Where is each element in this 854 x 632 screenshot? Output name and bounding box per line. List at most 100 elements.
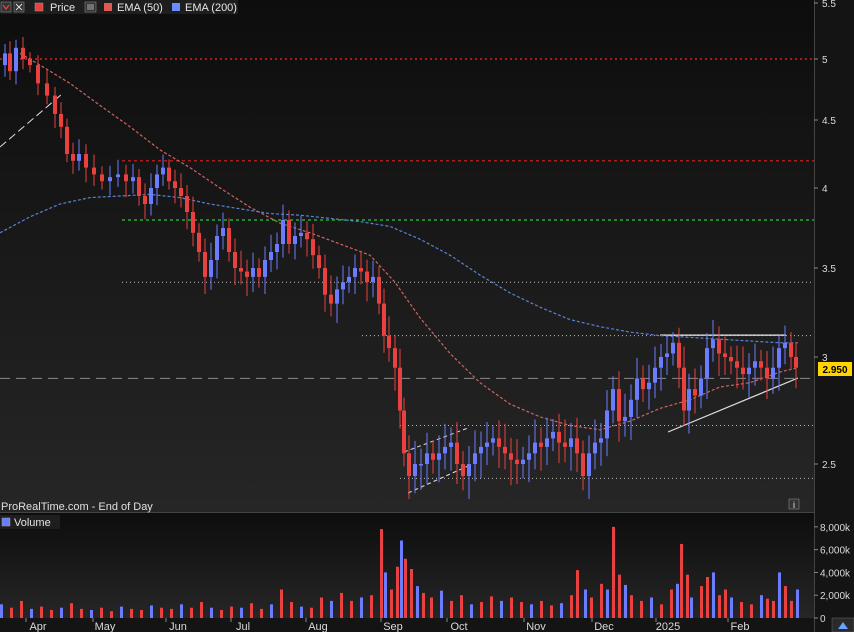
candle-body — [515, 459, 519, 464]
candle-body — [3, 53, 7, 66]
candle-body — [717, 339, 721, 354]
candle-body — [53, 95, 57, 114]
candle-body — [705, 348, 709, 379]
candle-body — [275, 244, 279, 252]
candle-body — [263, 260, 267, 277]
volume-bar — [130, 608, 133, 618]
volume-bar — [612, 526, 615, 618]
volume-bar — [778, 572, 781, 618]
candle-body — [305, 232, 309, 240]
candle-body — [323, 268, 327, 295]
volume-bar — [510, 597, 513, 618]
volume-bar — [584, 589, 587, 618]
candle-body — [299, 232, 303, 236]
month-label: Dec — [594, 621, 614, 632]
candle-body — [569, 438, 573, 447]
candle-body — [677, 342, 681, 368]
volume-bar — [750, 604, 753, 618]
price-legend-label: Price — [50, 2, 75, 14]
volume-bar — [320, 597, 323, 618]
volume-bar — [70, 603, 73, 618]
volume-bar — [690, 597, 693, 618]
candle-body — [335, 289, 339, 304]
candle-body — [617, 389, 621, 422]
candle-body — [269, 252, 273, 260]
volume-bar — [380, 529, 383, 618]
candle-body — [149, 188, 153, 204]
time-axis-panel — [0, 618, 814, 632]
candle-body — [557, 431, 561, 443]
volume-bar — [500, 600, 503, 618]
volume-bar — [440, 590, 443, 618]
candle-body — [497, 438, 501, 447]
candle-body — [185, 196, 189, 212]
candle-body — [245, 271, 249, 277]
volume-bar — [160, 607, 163, 618]
candle-body — [437, 453, 441, 460]
volume-bar — [220, 610, 223, 618]
volume-bar — [422, 592, 425, 618]
candle-body — [371, 276, 375, 283]
candle-body — [21, 47, 25, 59]
candle-body — [393, 348, 397, 368]
candle-body — [461, 464, 465, 476]
volume-bar — [450, 600, 453, 618]
volume-bar — [700, 586, 703, 618]
candle-body — [575, 438, 579, 454]
volume-tick-label: 4,000k — [820, 568, 851, 579]
month-label: Aug — [308, 621, 328, 632]
volume-bar — [400, 540, 403, 618]
candle-body — [209, 260, 213, 277]
candle-body — [753, 361, 757, 368]
volume-bar — [50, 610, 53, 618]
candle-body — [699, 378, 703, 396]
candle-body — [711, 339, 715, 349]
price-tick-label: 5.5 — [822, 0, 836, 10]
volume-bar — [0, 604, 3, 618]
candle-body — [197, 232, 201, 252]
candle-body — [257, 268, 261, 277]
down-arrow-icon[interactable] — [0, 1, 12, 13]
candle-body — [759, 361, 763, 368]
candle-body — [521, 459, 525, 464]
volume-bar — [760, 595, 763, 618]
candle-body — [71, 154, 75, 161]
volume-bar — [570, 595, 573, 618]
candle-body — [587, 453, 591, 476]
candle-body — [227, 228, 231, 252]
ema200-legend-swatch — [172, 3, 180, 11]
candle-body — [108, 177, 112, 182]
candle-body — [635, 378, 639, 400]
volume-bar — [396, 566, 399, 618]
volume-bar — [300, 606, 303, 618]
volume-bar — [430, 597, 433, 618]
price-axis-panel — [814, 0, 854, 632]
volume-bar — [606, 589, 609, 618]
candle-body — [191, 212, 195, 233]
volume-bar — [80, 608, 83, 618]
candle-body — [671, 342, 675, 354]
candle-body — [59, 113, 63, 127]
candle-body — [431, 453, 435, 460]
candle-body — [503, 446, 507, 454]
candle-body — [161, 167, 165, 175]
volume-bar — [90, 610, 93, 618]
volume-bar — [280, 589, 283, 618]
volume-bar — [384, 572, 387, 618]
volume-bar — [360, 597, 363, 618]
volume-bar — [30, 608, 33, 618]
volume-bar — [410, 569, 413, 618]
candle-body — [687, 389, 691, 411]
ema50-legend-label: EMA (50) — [117, 2, 163, 14]
candle-body — [28, 59, 32, 66]
volume-bar — [170, 608, 173, 618]
volume-bar — [404, 558, 407, 618]
candle-body — [45, 83, 49, 96]
volume-bar — [550, 605, 553, 618]
candle-body — [84, 154, 88, 168]
candle-body — [8, 53, 12, 72]
volume-bar — [706, 576, 709, 618]
price-panel-background — [0, 0, 814, 512]
candle-body — [215, 236, 219, 260]
volume-bar — [330, 600, 333, 618]
